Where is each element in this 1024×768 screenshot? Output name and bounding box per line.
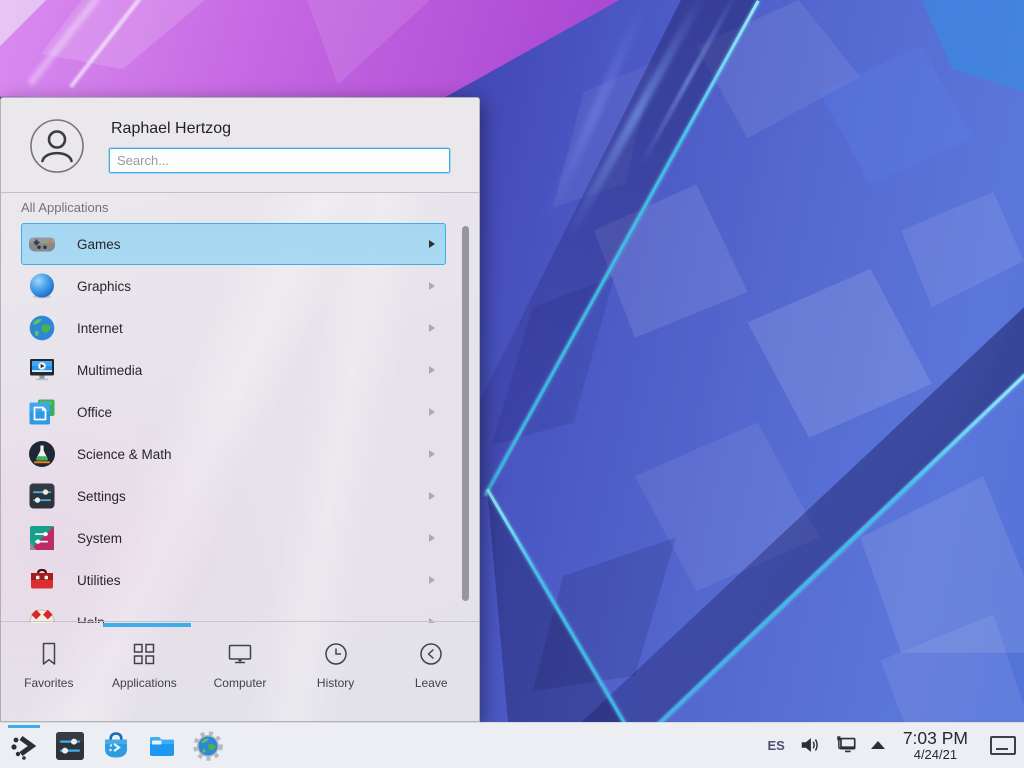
submenu-arrow-icon [429,534,435,542]
computer-icon [226,640,254,668]
menu-item-internet[interactable]: Internet [21,307,446,349]
menu-item-graphics[interactable]: Graphics [21,265,446,307]
tab-applications[interactable]: Applications [97,640,193,721]
scrollbar-thumb[interactable] [462,226,469,601]
volume-icon[interactable] [799,734,821,756]
launcher-header: Raphael Hertzog [1,98,479,193]
globe-gear-icon [192,730,224,762]
submenu-arrow-icon [429,366,435,374]
graphics-sphere-icon [28,272,56,300]
menu-item-utilities[interactable]: Utilities [21,559,446,601]
menu-item-system[interactable]: System [21,517,446,559]
multimedia-monitor-icon [28,356,56,384]
tab-favorites[interactable]: Favorites [1,640,97,721]
menu-item-multimedia[interactable]: Multimedia [21,349,446,391]
file-manager-button[interactable] [144,726,180,766]
application-launcher-button[interactable] [6,726,42,766]
system-tray: ES 7:03 PM 4/2 [767,729,1016,761]
application-category-list: Games Graphics [21,223,446,623]
menu-item-label: Utilities [77,573,121,588]
desktop: Raphael Hertzog All Applications Games [0,0,1024,768]
menu-item-label: Science & Math [77,447,172,462]
science-flask-icon [28,440,56,468]
keyboard-layout-indicator[interactable]: ES [767,738,784,753]
menu-item-label: Multimedia [77,363,142,378]
tab-label: Applications [112,676,177,690]
clock-date: 4/24/21 [903,748,968,762]
menu-item-label: Games [77,237,121,252]
user-avatar-icon [29,118,85,174]
grid-icon [130,640,158,668]
menu-item-office[interactable]: Office [21,391,446,433]
menu-item-label: Internet [77,321,123,336]
user-name: Raphael Hertzog [111,120,231,138]
menu-item-label: System [77,531,122,546]
application-launcher-menu: Raphael Hertzog All Applications Games [0,97,480,722]
tab-label: Leave [415,676,448,690]
search-input[interactable] [109,148,450,173]
tab-label: History [317,676,354,690]
web-browser-button[interactable] [190,726,226,766]
settings-app-icon [54,730,86,762]
section-label: All Applications [21,200,108,215]
tab-label: Computer [214,676,267,690]
submenu-arrow-icon [429,576,435,584]
menu-item-label: Settings [77,489,126,504]
submenu-arrow-icon [429,240,435,248]
expand-tray-caret-icon[interactable] [871,741,885,749]
submenu-arrow-icon [429,408,435,416]
kickoff-icon [8,730,40,762]
settings-sliders-icon [28,482,56,510]
digital-clock[interactable]: 7:03 PM 4/24/21 [903,729,968,761]
system-settings-button[interactable] [52,726,88,766]
leave-icon [417,640,445,668]
menu-item-label: Graphics [77,279,131,294]
show-desktop-button[interactable] [990,736,1016,755]
active-launcher-indicator [8,725,40,728]
gamepad-icon [28,230,56,258]
menu-item-settings[interactable]: Settings [21,475,446,517]
launcher-tab-bar: Favorites Applications [1,621,479,721]
folder-icon [146,730,178,762]
menu-item-label: Office [77,405,112,420]
system-sliders-icon [28,524,56,552]
clock-time: 7:03 PM [903,729,968,747]
bookmark-icon [35,640,63,668]
discover-bag-icon [100,730,132,762]
toolbox-icon [28,566,56,594]
menu-item-games[interactable]: Games [21,223,446,265]
clock-icon [322,640,350,668]
tab-history[interactable]: History [288,640,384,721]
submenu-arrow-icon [429,282,435,290]
office-document-icon [28,398,56,426]
tab-computer[interactable]: Computer [192,640,288,721]
network-icon[interactable] [835,734,857,756]
submenu-arrow-icon [429,450,435,458]
active-tab-indicator [103,623,191,627]
submenu-arrow-icon [429,492,435,500]
tab-leave[interactable]: Leave [383,640,479,721]
globe-icon [28,314,56,342]
discover-button[interactable] [98,726,134,766]
submenu-arrow-icon [429,324,435,332]
tab-label: Favorites [24,676,73,690]
menu-item-help[interactable]: Help [21,601,446,623]
taskbar-panel: ES 7:03 PM 4/2 [0,722,1024,768]
menu-item-science-math[interactable]: Science & Math [21,433,446,475]
